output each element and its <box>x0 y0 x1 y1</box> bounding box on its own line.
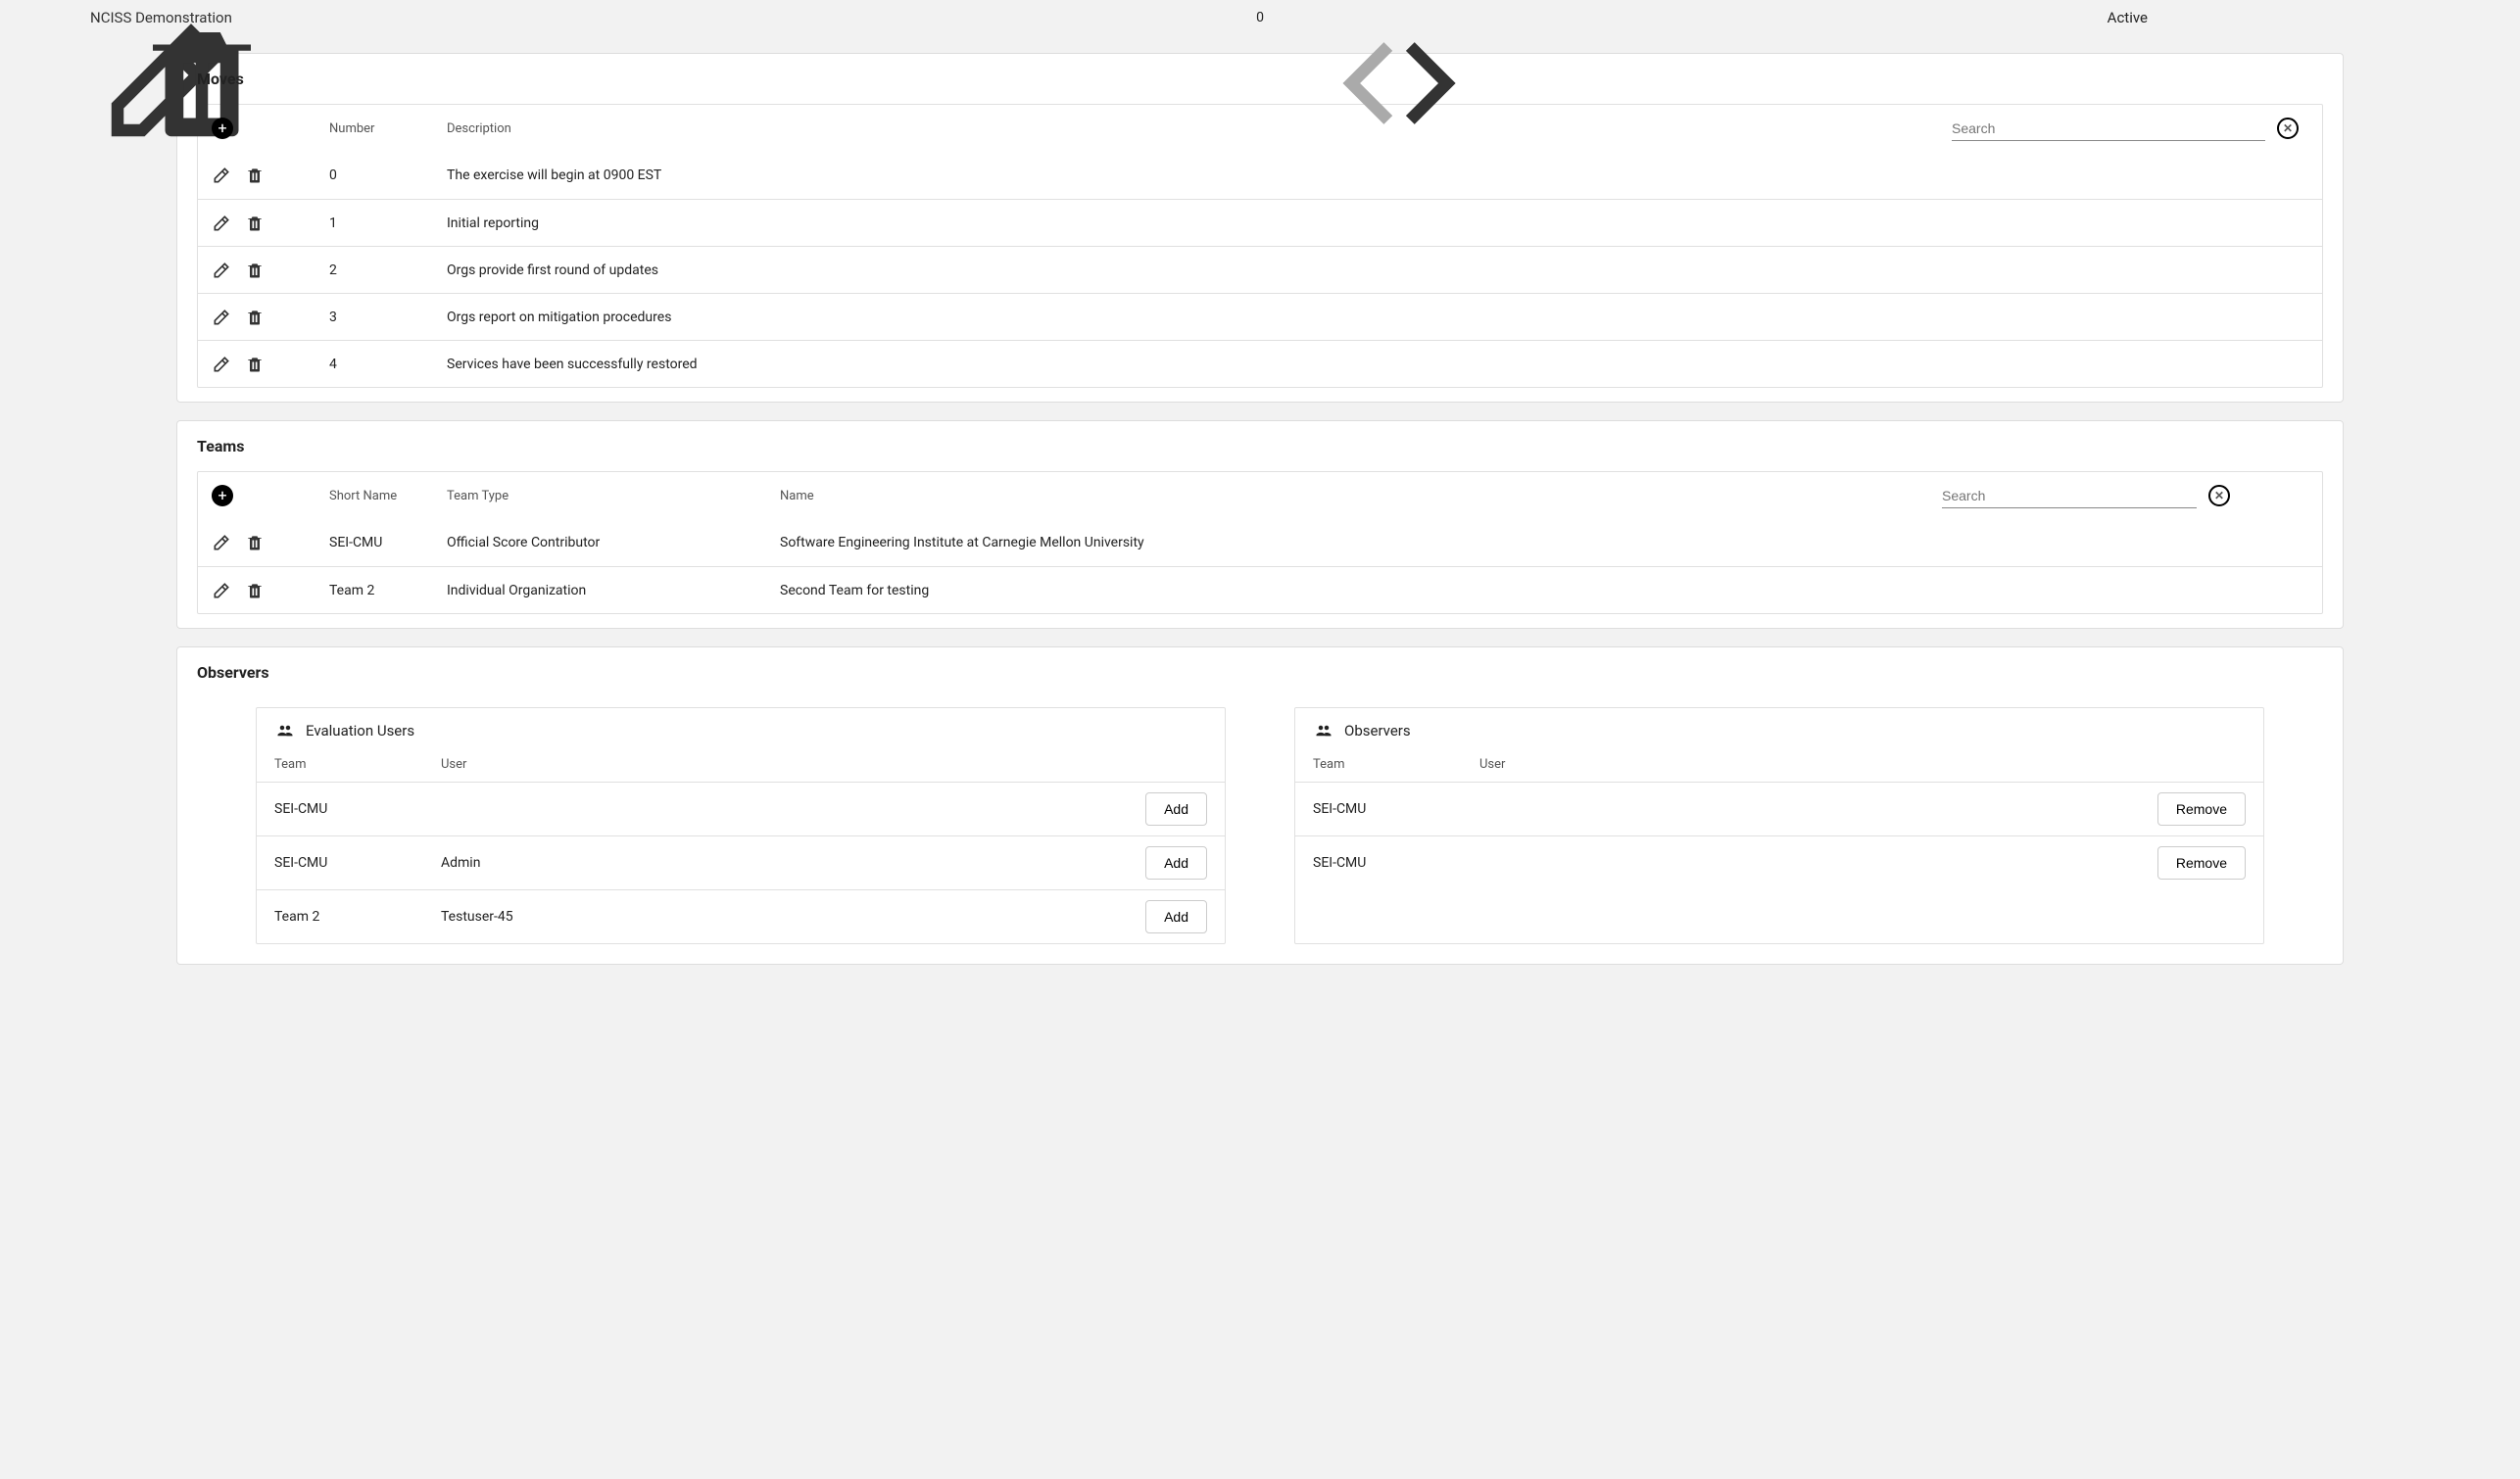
eval-row-team: SEI-CMU <box>274 801 441 817</box>
add-move-button[interactable]: + <box>212 118 233 139</box>
moves-header-description: Description <box>433 121 1911 136</box>
obs-row-team: SEI-CMU <box>1313 801 1479 817</box>
teams-panel: Teams + Short Name Team Type Name ✕ <box>176 420 2344 629</box>
delete-move-icon[interactable] <box>245 308 265 327</box>
move-description: Initial reporting <box>433 215 1911 231</box>
eval-header-user: User <box>441 757 1090 772</box>
move-description: Orgs report on mitigation procedures <box>433 310 1911 325</box>
delete-team-icon[interactable] <box>245 581 265 600</box>
eval-user-row: SEI-CMU Add <box>257 782 1225 835</box>
status-label: Active <box>2108 9 2148 26</box>
eval-users-title: Evaluation Users <box>306 722 414 740</box>
teams-header-type: Team Type <box>433 489 766 503</box>
team-short: Team 2 <box>315 583 433 598</box>
obs-row-team: SEI-CMU <box>1313 855 1479 871</box>
eval-row-team: Team 2 <box>274 909 441 925</box>
delete-exercise-icon[interactable] <box>55 8 74 27</box>
expand-team-icon[interactable] <box>2283 583 2299 598</box>
edit-exercise-icon[interactable] <box>20 8 39 27</box>
pager-next-icon[interactable] <box>1282 10 1297 25</box>
observer-list-title: Observers <box>1344 722 1411 740</box>
move-row: 4 Services have been successfully restor… <box>198 340 2322 387</box>
people-icon <box>1313 722 1334 740</box>
teams-header-name: Name <box>780 489 814 503</box>
delete-move-icon[interactable] <box>245 261 265 280</box>
team-type: Individual Organization <box>433 583 766 598</box>
clear-moves-search-icon[interactable]: ✕ <box>2277 118 2299 139</box>
add-team-button[interactable]: + <box>212 485 233 506</box>
move-row: 0 The exercise will begin at 0900 EST <box>198 152 2322 199</box>
clear-teams-search-icon[interactable]: ✕ <box>2208 485 2230 506</box>
teams-search-input[interactable] <box>1942 484 2197 508</box>
obs-header-team: Team <box>1313 757 1479 772</box>
team-name: Second Team for testing <box>766 583 2244 598</box>
collapse-observers-icon[interactable] <box>2305 664 2323 682</box>
exercise-title: NCISS Demonstration <box>90 9 232 26</box>
team-short: SEI-CMU <box>315 535 433 550</box>
eval-row-user: Testuser-45 <box>441 909 1090 925</box>
team-row: SEI-CMU Official Score Contributor Softw… <box>198 519 2322 566</box>
moves-title: Moves <box>197 70 244 88</box>
edit-move-icon[interactable] <box>212 166 231 185</box>
eval-row-team: SEI-CMU <box>274 855 441 871</box>
add-eval-user-button[interactable]: Add <box>1145 846 1207 880</box>
team-type: Official Score Contributor <box>433 535 766 550</box>
people-icon <box>274 722 296 740</box>
add-eval-user-button[interactable]: Add <box>1145 792 1207 826</box>
delete-move-icon[interactable] <box>245 214 265 233</box>
observers-title: Observers <box>197 663 269 682</box>
evaluation-users-card: Evaluation Users Team User SEI-CMU Add S… <box>256 707 1226 944</box>
pager: 0 <box>1223 10 1297 25</box>
eval-user-row: SEI-CMU Admin Add <box>257 835 1225 889</box>
observers-list-card: Observers Team User SEI-CMU Remove SEI-C… <box>1294 707 2264 944</box>
edit-move-icon[interactable] <box>212 261 231 280</box>
teams-header-short: Short Name <box>315 489 433 503</box>
collapse-teams-icon[interactable] <box>2305 438 2323 455</box>
remove-observer-button[interactable]: Remove <box>2157 792 2246 826</box>
move-number: 3 <box>315 310 433 325</box>
move-row: 1 Initial reporting <box>198 199 2322 246</box>
add-eval-user-button[interactable]: Add <box>1145 900 1207 933</box>
team-name: Software Engineering Institute at Carneg… <box>766 535 2244 550</box>
observer-row: SEI-CMU Remove <box>1295 782 2263 835</box>
move-row: 3 Orgs report on mitigation procedures <box>198 293 2322 340</box>
edit-move-icon[interactable] <box>212 355 231 374</box>
remove-observer-button[interactable]: Remove <box>2157 846 2246 880</box>
edit-team-icon[interactable] <box>212 533 231 552</box>
moves-header-number: Number <box>315 121 433 136</box>
eval-user-row: Team 2 Testuser-45 Add <box>257 889 1225 943</box>
move-description: Services have been successfully restored <box>433 357 1911 372</box>
observers-panel: Observers Evaluation Users Team User SEI… <box>176 646 2344 965</box>
obs-header-user: User <box>1479 757 2128 772</box>
collapse-moves-icon[interactable] <box>2305 71 2323 88</box>
pager-prev-icon[interactable] <box>1223 10 1238 25</box>
move-row: 2 Orgs provide first round of updates <box>198 246 2322 293</box>
edit-move-icon[interactable] <box>212 308 231 327</box>
delete-move-icon[interactable] <box>245 355 265 374</box>
eval-row-user: Admin <box>441 855 1090 871</box>
delete-team-icon[interactable] <box>245 533 265 552</box>
move-number: 4 <box>315 357 433 372</box>
edit-team-icon[interactable] <box>212 581 231 600</box>
move-number: 0 <box>315 167 433 183</box>
teams-title: Teams <box>197 437 244 455</box>
pager-value: 0 <box>1256 10 1264 25</box>
expand-team-icon[interactable] <box>2283 535 2299 550</box>
team-row: Team 2 Individual Organization Second Te… <box>198 566 2322 613</box>
moves-search-input[interactable] <box>1952 117 2265 141</box>
observer-row: SEI-CMU Remove <box>1295 835 2263 889</box>
move-number: 2 <box>315 262 433 278</box>
edit-move-icon[interactable] <box>212 214 231 233</box>
eval-header-team: Team <box>274 757 441 772</box>
move-description: The exercise will begin at 0900 EST <box>433 167 1911 183</box>
move-description: Orgs provide first round of updates <box>433 262 1911 278</box>
move-number: 1 <box>315 215 433 231</box>
delete-move-icon[interactable] <box>245 166 265 185</box>
